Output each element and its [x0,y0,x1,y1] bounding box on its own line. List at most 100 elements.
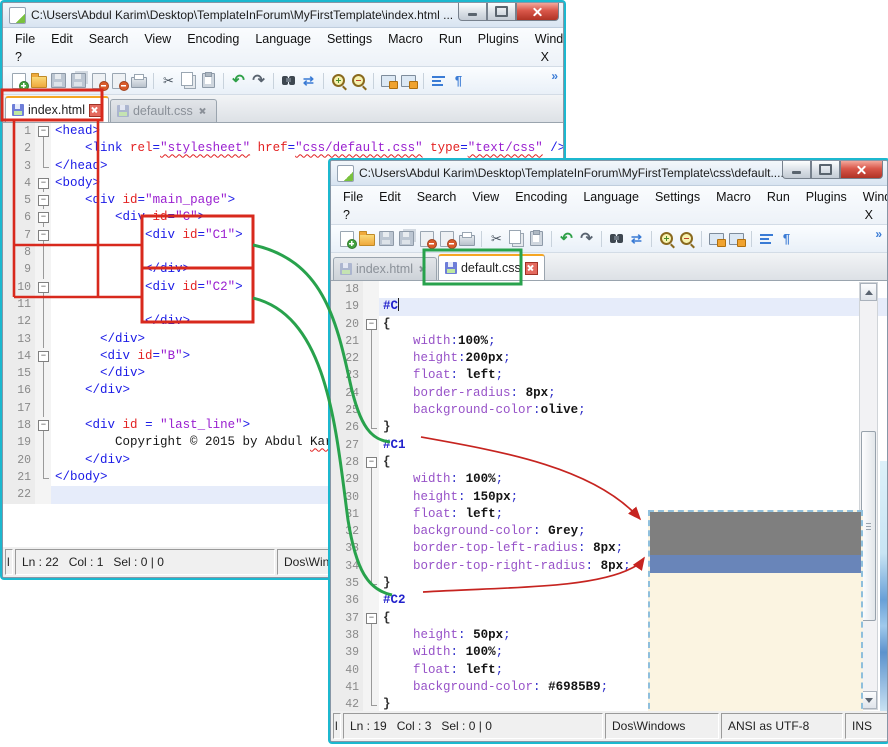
menu-help[interactable]: ? [343,208,350,222]
fold-collapse-icon[interactable]: − [38,282,49,293]
fold-margin[interactable]: − [35,123,51,140]
code-line[interactable]: 18 [331,281,887,298]
menu-edit[interactable]: Edit [43,32,81,46]
fold-margin[interactable]: − [35,417,51,434]
print-icon[interactable] [129,71,148,90]
close-file-icon[interactable] [417,229,436,248]
minimize-button[interactable] [458,3,487,21]
menu-view[interactable]: View [136,32,179,46]
code-line[interactable]: 23 float: left; [331,367,887,384]
save-all-icon[interactable] [69,71,88,90]
fold-collapse-icon[interactable]: − [38,212,49,223]
save-file-icon[interactable] [377,229,396,248]
tab-close-icon[interactable] [89,104,102,117]
minimize-button[interactable] [782,161,811,179]
close-file-icon[interactable] [89,71,108,90]
code-line[interactable]: 25 background-color:olive; [331,402,887,419]
fold-collapse-icon[interactable]: − [38,195,49,206]
close-button[interactable] [840,161,883,179]
show-all-characters-icon[interactable]: ¶ [777,229,796,248]
menu-settings[interactable]: Settings [647,190,708,204]
maximize-button[interactable] [487,3,516,21]
tab-index-html[interactable]: index.html [5,96,109,122]
close-all-icon[interactable] [109,71,128,90]
sync-horizontal-scrolling-icon[interactable] [399,71,418,90]
tab-close-icon[interactable] [197,105,210,118]
redo-icon[interactable]: ↷ [249,71,268,90]
fold-margin[interactable]: − [35,209,51,226]
show-all-characters-icon[interactable]: ¶ [449,71,468,90]
cut-icon[interactable]: ✂ [159,71,178,90]
code-line[interactable]: 19#C [331,298,887,315]
code-line[interactable]: 1−<head> [3,123,563,140]
tab-default-css[interactable]: default.css [438,254,545,280]
undo-icon[interactable]: ↶ [229,71,248,90]
fold-collapse-icon[interactable]: − [38,178,49,189]
word-wrap-icon[interactable] [757,229,776,248]
code-line[interactable]: 29 width: 100%; [331,471,887,488]
zoom-out-icon[interactable] [677,229,696,248]
fold-margin[interactable]: − [363,316,379,333]
paste-icon[interactable] [199,71,218,90]
code-editor[interactable]: 1819#C20−{21 width:100%;22 height:200px;… [331,281,887,711]
scroll-up-arrow-icon[interactable] [860,283,877,301]
fold-margin[interactable]: − [35,279,51,296]
menu-run[interactable]: Run [759,190,798,204]
menu-encoding[interactable]: Encoding [507,190,575,204]
menu-macro[interactable]: Macro [380,32,431,46]
titlebar[interactable]: C:\Users\Abdul Karim\Desktop\TemplateInF… [331,161,887,186]
menu-plugins[interactable]: Plugins [798,190,855,204]
fold-collapse-icon[interactable]: − [38,126,49,137]
save-all-icon[interactable] [397,229,416,248]
tab-default-css[interactable]: default.css [110,99,217,122]
fold-margin[interactable]: − [35,348,51,365]
fold-collapse-icon[interactable]: − [38,230,49,241]
find-icon[interactable] [607,229,626,248]
sync-vertical-scrolling-icon[interactable] [379,71,398,90]
fold-margin[interactable]: − [35,227,51,244]
sync-vertical-scrolling-icon[interactable] [707,229,726,248]
tab-index-html[interactable]: index.html [333,257,437,280]
code-line[interactable]: 28−{ [331,454,887,471]
close-all-icon[interactable] [437,229,456,248]
fold-margin[interactable]: − [363,610,379,627]
menu-search[interactable]: Search [81,32,137,46]
menu-file[interactable]: File [335,190,371,204]
titlebar[interactable]: C:\Users\Abdul Karim\Desktop\TemplateInF… [3,3,563,28]
find-icon[interactable] [279,71,298,90]
replace-icon[interactable]: ⇄ [299,71,318,90]
menu-file[interactable]: File [7,32,43,46]
redo-icon[interactable]: ↷ [577,229,596,248]
code-line[interactable]: 21 width:100%; [331,333,887,350]
menu-help[interactable]: ? [15,50,22,64]
menu-search[interactable]: Search [409,190,465,204]
toolbar-overflow-chevron[interactable]: » [875,227,882,241]
open-file-icon[interactable] [357,229,376,248]
code-line[interactable]: 22 height:200px; [331,350,887,367]
menu-plugins[interactable]: Plugins [470,32,527,46]
menu-view[interactable]: View [464,190,507,204]
fold-margin[interactable]: − [35,192,51,209]
menu-window[interactable]: Window [527,32,564,46]
code-line[interactable]: 27#C1 [331,437,887,454]
menu-window[interactable]: Window [855,190,888,204]
zoom-out-icon[interactable] [349,71,368,90]
zoom-in-icon[interactable] [657,229,676,248]
code-line[interactable]: 26} [331,419,887,436]
new-file-icon[interactable] [337,229,356,248]
close-button[interactable] [516,3,559,21]
tab-close-icon[interactable] [525,262,538,275]
menu-settings[interactable]: Settings [319,32,380,46]
replace-icon[interactable]: ⇄ [627,229,646,248]
fold-collapse-icon[interactable]: − [38,351,49,362]
code-line[interactable]: 30 height: 150px; [331,489,887,506]
fold-margin[interactable]: − [363,454,379,471]
scrollbar-thumb[interactable] [861,431,876,621]
cut-icon[interactable]: ✂ [487,229,506,248]
menu-language[interactable]: Language [247,32,319,46]
tab-close-icon[interactable] [417,263,430,276]
menu-language[interactable]: Language [575,190,647,204]
fold-collapse-icon[interactable]: − [366,457,377,468]
code-line[interactable]: 2 <link rel="stylesheet" href="css/defau… [3,140,563,157]
fold-collapse-icon[interactable]: − [38,420,49,431]
